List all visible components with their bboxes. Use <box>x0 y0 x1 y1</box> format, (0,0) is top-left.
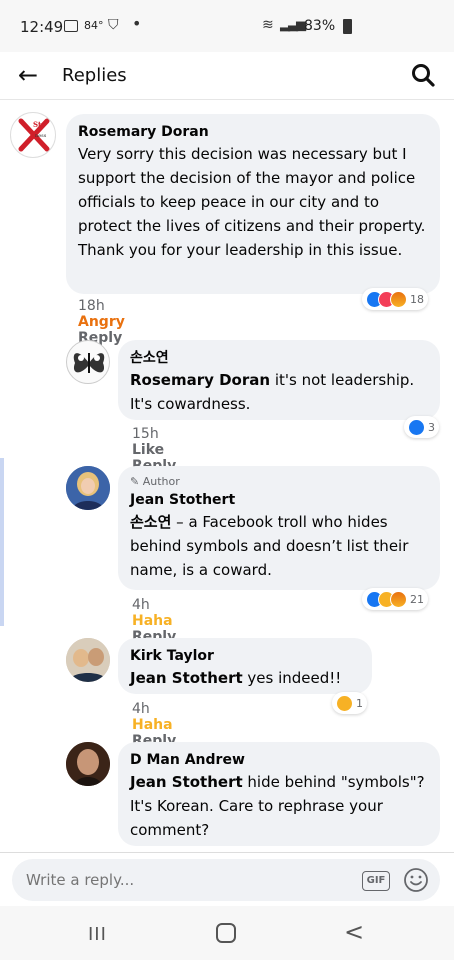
recent-apps-button[interactable]: III <box>88 924 107 945</box>
status-bar: 12:49 84° ⛉ • ≋ ▂▃▅ 83% <box>0 0 454 52</box>
comment-text: Jean Stothert yes indeed!! <box>130 666 360 690</box>
comment-time: 4h <box>132 701 150 717</box>
notification-dot-icon: • <box>132 14 142 33</box>
svg-text:ness: ness <box>35 133 47 139</box>
reaction-count: 21 <box>410 592 424 606</box>
reply-bar: GIF <box>0 852 454 906</box>
app-header: ← Replies <box>0 52 454 100</box>
battery-percent: 83% <box>304 18 336 34</box>
thread-highlight-bar <box>0 458 4 626</box>
reaction-button[interactable]: Angry <box>78 314 125 330</box>
mention-link[interactable]: Jean Stothert <box>130 773 243 791</box>
reaction-button[interactable]: Haha <box>132 613 173 629</box>
reactions-summary[interactable]: 3 <box>404 416 439 438</box>
like-reaction-icon <box>408 418 425 436</box>
search-icon[interactable] <box>410 62 436 88</box>
comment-text: 손소연 – a Facebook troll who hides behind … <box>130 510 428 582</box>
mention-link[interactable]: Jean Stothert <box>130 669 243 687</box>
comment-time: 4h <box>132 597 150 613</box>
pencil-icon: ✎ <box>130 475 143 488</box>
author-name[interactable]: Rosemary Doran <box>78 122 428 142</box>
gif-button[interactable]: GIF <box>362 871 390 891</box>
couple-photo-icon <box>66 638 110 682</box>
comment-body: yes indeed!! <box>242 669 342 687</box>
author-badge: ✎ Author <box>130 474 428 490</box>
comment-actions: 18h Angry Reply <box>78 298 143 346</box>
gallery-icon <box>64 20 78 32</box>
comment-text: Very sorry this decision was necessary b… <box>78 145 426 259</box>
back-arrow-icon[interactable]: ← <box>18 60 38 90</box>
comment-bubble: 손소연 Rosemary Doran it's not leadership. … <box>118 340 440 420</box>
reactions-summary[interactable]: 21 <box>362 588 428 610</box>
avatar[interactable] <box>66 742 110 786</box>
author-name[interactable]: Kirk Taylor <box>130 646 360 666</box>
comment-bubble: Kirk Taylor Jean Stothert yes indeed!! <box>118 638 372 694</box>
reactions-summary[interactable]: 1 <box>332 692 367 714</box>
angry-reaction-icon <box>390 590 407 608</box>
battery-icon <box>343 19 352 34</box>
avatar[interactable] <box>66 466 110 510</box>
reaction-count: 3 <box>428 420 435 434</box>
person-photo-icon <box>66 742 110 786</box>
comment-body: – a Facebook troll who hides behind symb… <box>130 513 409 579</box>
page-title: Replies <box>62 65 127 86</box>
author-badge-label: Author <box>142 475 180 488</box>
wifi-icon: ≋ <box>262 17 274 33</box>
reactions-summary[interactable]: 18 <box>362 288 428 310</box>
author-name[interactable]: 손소연 <box>130 348 428 368</box>
comment-bubble: Rosemary Doran Very sorry this decision … <box>66 114 440 294</box>
shield-icon: ⛉ <box>108 17 119 33</box>
temperature-text: 84° <box>84 19 104 32</box>
comment-text: Jean Stothert hide behind "symbols"? It'… <box>130 770 428 842</box>
avatar[interactable] <box>66 638 110 682</box>
signal-icon: ▂▃▅ <box>280 17 306 32</box>
author-name[interactable]: D Man Andrew <box>130 750 428 770</box>
navigation-bar: III < <box>0 906 454 960</box>
reaction-count: 18 <box>410 292 424 306</box>
svg-text:Str: Str <box>33 120 45 129</box>
mention-link[interactable]: Rosemary Doran <box>130 371 270 389</box>
angry-reaction-icon <box>390 290 407 308</box>
reaction-button[interactable]: Haha <box>132 717 173 733</box>
home-button[interactable] <box>216 923 236 943</box>
comment-time: 15h <box>132 426 159 442</box>
comment-bubble: ✎ Author Jean Stothert 손소연 – a Facebook … <box>118 466 440 590</box>
avatar[interactable]: Str ness <box>10 112 56 158</box>
reaction-count: 1 <box>356 696 363 710</box>
status-time: 12:49 <box>20 18 64 36</box>
person-photo-icon <box>66 466 110 510</box>
comment-text: Rosemary Doran it's not leadership. It's… <box>130 368 428 416</box>
butterfly-icon <box>73 353 105 373</box>
mention-link[interactable]: 손소연 <box>130 513 171 531</box>
comment-bubble: D Man Andrew Jean Stothert hide behind "… <box>118 742 440 846</box>
comment-time: 18h <box>78 298 105 314</box>
avatar[interactable] <box>66 340 110 384</box>
back-button[interactable]: < <box>344 918 364 946</box>
like-button[interactable]: Like <box>132 442 164 458</box>
emoji-icon[interactable] <box>403 867 429 893</box>
haha-reaction-icon <box>336 694 353 712</box>
author-name[interactable]: Jean Stothert <box>130 490 428 510</box>
ribbon-logo-icon: Str ness <box>18 118 50 152</box>
